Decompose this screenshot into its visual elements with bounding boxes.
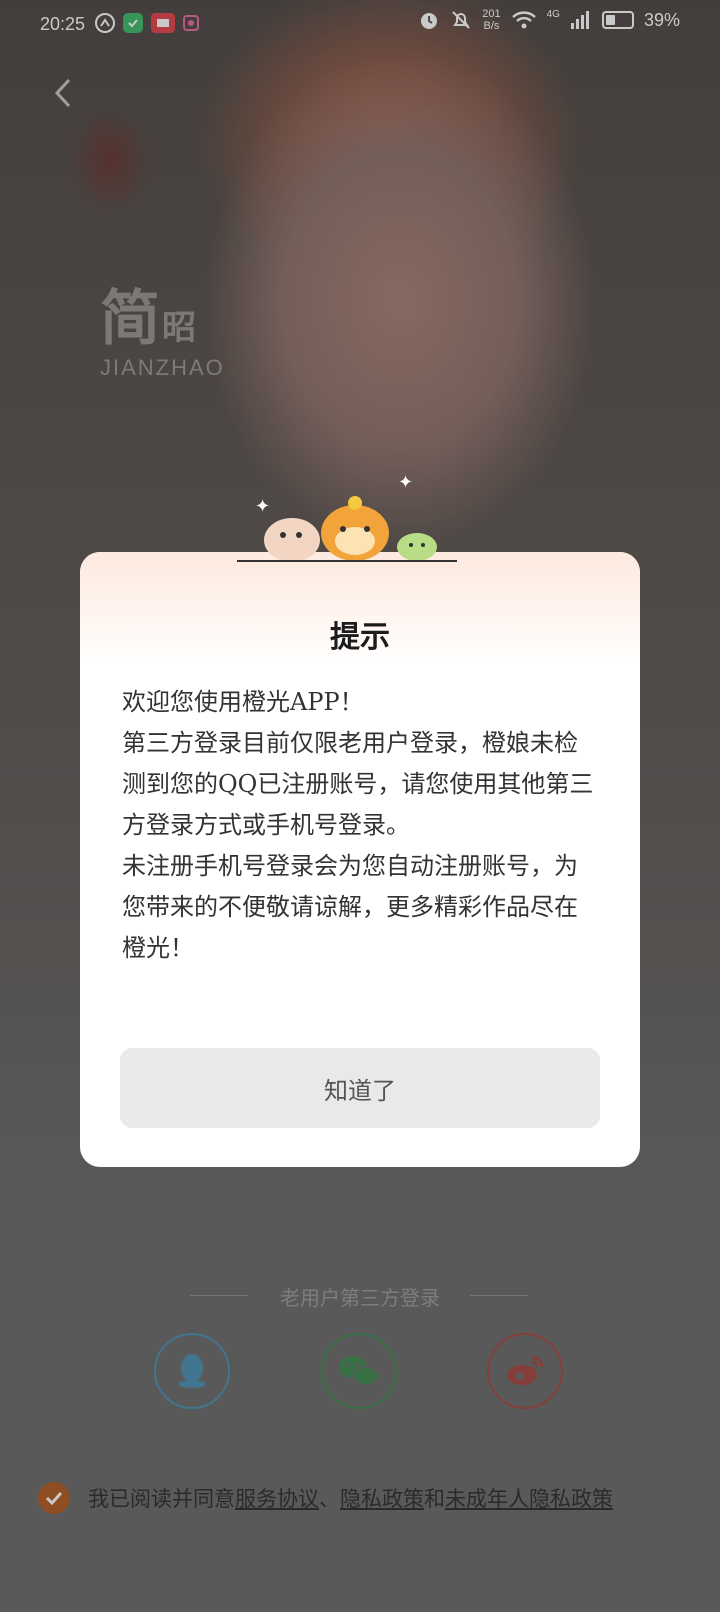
dialog-paragraph: 未注册手机号登录会为您自动注册账号，为您带来的不便敬请谅解，更多精彩作品尽在橙光… (122, 852, 578, 962)
sparkle-icon: ✦ (398, 472, 414, 493)
tip-dialog: ✦ ✦ 提示 欢迎您使用橙光APP！ 第三方登录目前仅限老用户登录，橙娘未检测到… (80, 472, 640, 1167)
mascot-decoration (237, 495, 487, 565)
dialog-title: 提示 (330, 620, 390, 655)
sparkle-icon: ✦ (255, 496, 271, 517)
dialog-message: 欢迎您使用橙光APP！ 第三方登录目前仅限老用户登录，橙娘未检测到您的QQ已注册… (122, 682, 600, 969)
dialog-paragraph: 欢迎您使用橙光APP！ (122, 688, 364, 716)
got-it-button[interactable]: 知道了 (120, 1048, 600, 1128)
dialog-paragraph: 第三方登录目前仅限老用户登录，橙娘未检测到您的QQ已注册账号，请您使用其他第三方… (122, 729, 594, 839)
